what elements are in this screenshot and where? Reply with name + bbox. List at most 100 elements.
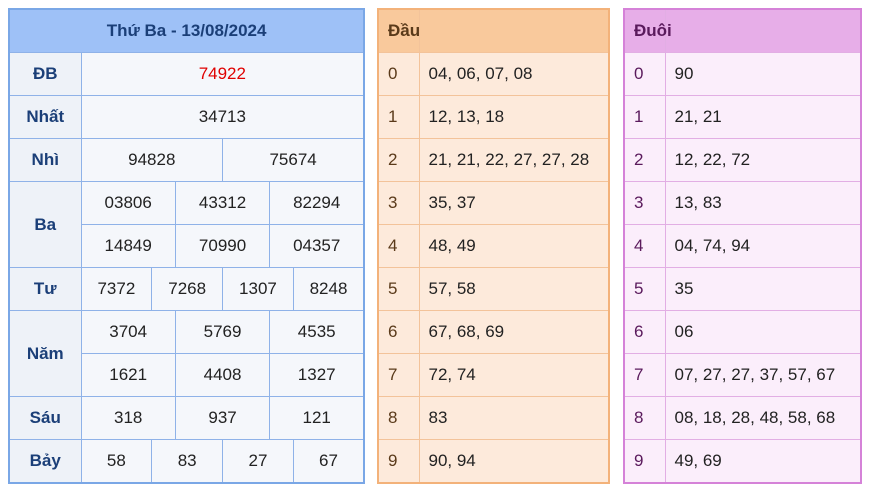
dau-values: 57, 58 — [418, 267, 610, 311]
dau-row: 4 48, 49 — [377, 224, 610, 268]
prize-row-tu: Tư 7372 7268 1307 8248 — [8, 267, 365, 311]
duoi-key: 9 — [623, 439, 666, 484]
prize-value: 83 — [151, 439, 224, 484]
duoi-key: 2 — [623, 138, 666, 182]
duoi-key: 3 — [623, 181, 666, 225]
duoi-key: 8 — [623, 396, 666, 440]
duoi-values: 06 — [664, 310, 862, 354]
prize-value: 94828 — [80, 138, 224, 182]
dau-key: 4 — [377, 224, 420, 268]
prize-label: ĐB — [8, 52, 82, 96]
dau-table: Đầu 0 04, 06, 07, 08 1 12, 13, 18 2 21, 21,… — [377, 8, 610, 484]
prize-value: 27 — [222, 439, 294, 484]
duoi-key: 4 — [623, 224, 666, 268]
dau-key: 6 — [377, 310, 420, 354]
duoi-key: 6 — [623, 310, 666, 354]
prize-label: Sáu — [8, 396, 82, 440]
duoi-key: 1 — [623, 95, 666, 139]
prize-row-sau: Sáu 318 937 121 — [8, 396, 365, 440]
dau-row: 5 57, 58 — [377, 267, 610, 311]
duoi-values: 04, 74, 94 — [664, 224, 862, 268]
duoi-values: 90 — [664, 52, 862, 96]
dau-key: 9 — [377, 439, 420, 484]
dau-row: 3 35, 37 — [377, 181, 610, 225]
prize-value: 67 — [292, 439, 365, 484]
dau-key: 1 — [377, 95, 420, 139]
prize-value: 03806 — [80, 181, 176, 225]
prize-value: 318 — [80, 396, 176, 440]
dau-values: 83 — [418, 396, 610, 440]
prize-row-db: ĐB 74922 — [8, 52, 365, 96]
prize-value: 4408 — [174, 353, 271, 397]
prize-value: 1327 — [269, 353, 365, 397]
dau-key: 2 — [377, 138, 420, 182]
dau-values: 90, 94 — [418, 439, 610, 484]
dau-values: 35, 37 — [418, 181, 610, 225]
dau-key: 7 — [377, 353, 420, 397]
prize-value: 7372 — [80, 267, 153, 311]
duoi-key: 0 — [623, 52, 666, 96]
prize-value: 937 — [174, 396, 271, 440]
duoi-row: 8 08, 18, 28, 48, 58, 68 — [623, 396, 862, 440]
prize-value: 34713 — [80, 95, 365, 139]
duoi-row: 5 35 — [623, 267, 862, 311]
duoi-key: 5 — [623, 267, 666, 311]
prize-value: 1621 — [80, 353, 176, 397]
duoi-row: 9 49, 69 — [623, 439, 862, 484]
dau-values: 04, 06, 07, 08 — [418, 52, 610, 96]
prize-value: 3704 — [80, 310, 176, 354]
dau-key: 8 — [377, 396, 420, 440]
prize-value: 74922 — [80, 52, 365, 96]
dau-values: 21, 21, 22, 27, 27, 28 — [418, 138, 610, 182]
duoi-values: 12, 22, 72 — [664, 138, 862, 182]
prize-value: 58 — [80, 439, 153, 484]
dau-key: 0 — [377, 52, 420, 96]
dau-row: 9 90, 94 — [377, 439, 610, 484]
dau-key: 5 — [377, 267, 420, 311]
dau-row: 8 83 — [377, 396, 610, 440]
duoi-header: Đuôi — [623, 8, 672, 53]
dau-row: 7 72, 74 — [377, 353, 610, 397]
dau-values: 72, 74 — [418, 353, 610, 397]
dau-header-values — [418, 8, 610, 53]
prize-value: 75674 — [222, 138, 365, 182]
duoi-values: 08, 18, 28, 48, 58, 68 — [664, 396, 862, 440]
prize-row-nhat: Nhất 34713 — [8, 95, 365, 139]
prize-row-ba: Ba 03806 43312 82294 — [8, 181, 365, 268]
dau-row: 2 21, 21, 22, 27, 27, 28 — [377, 138, 610, 182]
duoi-values: 35 — [664, 267, 862, 311]
duoi-key: 7 — [623, 353, 666, 397]
prize-label: Năm — [8, 310, 82, 397]
prize-value: 04357 — [269, 224, 365, 268]
dau-values: 67, 68, 69 — [418, 310, 610, 354]
dau-row: 0 04, 06, 07, 08 — [377, 52, 610, 96]
prize-label: Nhất — [8, 95, 82, 139]
duoi-values: 07, 27, 27, 37, 57, 67 — [664, 353, 862, 397]
duoi-values: 13, 83 — [664, 181, 862, 225]
prize-value: 43312 — [174, 181, 271, 225]
prize-value: 1307 — [222, 267, 294, 311]
prize-value: 82294 — [269, 181, 365, 225]
prize-row-nhi: Nhì 94828 75674 — [8, 138, 365, 182]
duoi-values: 21, 21 — [664, 95, 862, 139]
dau-key: 3 — [377, 181, 420, 225]
prize-value: 14849 — [80, 224, 176, 268]
prize-value: 70990 — [174, 224, 271, 268]
duoi-values: 49, 69 — [664, 439, 862, 484]
duoi-row: 1 21, 21 — [623, 95, 862, 139]
duoi-row: 2 12, 22, 72 — [623, 138, 862, 182]
duoi-header-values — [664, 8, 862, 53]
prize-value: 8248 — [292, 267, 365, 311]
prize-value: 7268 — [151, 267, 224, 311]
duoi-row: 3 13, 83 — [623, 181, 862, 225]
prize-row-bay: Bảy 58 83 27 67 — [8, 439, 365, 484]
dau-values: 12, 13, 18 — [418, 95, 610, 139]
prize-label: Nhì — [8, 138, 82, 182]
dau-values: 48, 49 — [418, 224, 610, 268]
prize-label: Ba — [8, 181, 82, 268]
dau-header: Đầu — [377, 8, 420, 53]
prize-label: Tư — [8, 267, 82, 311]
prize-value: 121 — [269, 396, 365, 440]
prize-label: Bảy — [8, 439, 82, 484]
duoi-table: Đuôi 0 90 1 21, 21 2 12, 22, 72 3 13, 83 4 04… — [623, 8, 862, 484]
